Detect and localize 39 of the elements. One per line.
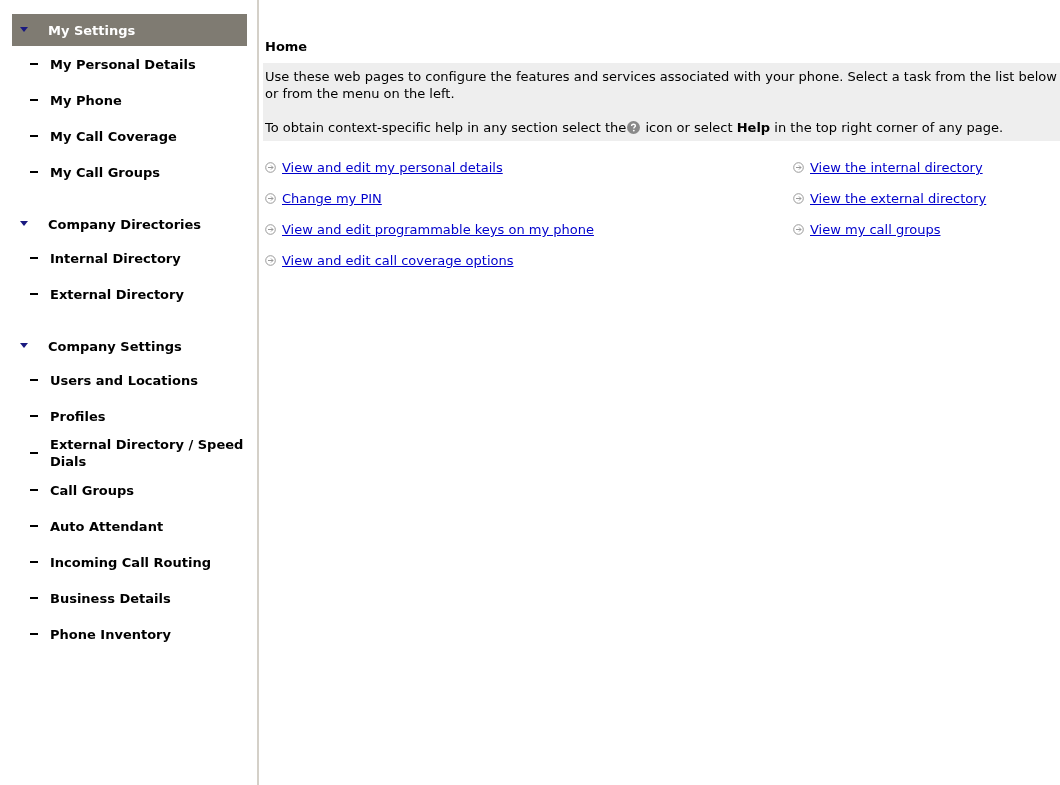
sidebar-item[interactable]: My Personal Details bbox=[12, 46, 247, 82]
sidebar-section-header[interactable]: My Settings bbox=[12, 14, 247, 46]
sidebar-item[interactable]: My Phone bbox=[12, 82, 247, 118]
task-link[interactable]: View the external directory bbox=[810, 190, 987, 207]
circle-arrow-icon bbox=[265, 255, 276, 266]
circle-arrow-icon bbox=[793, 162, 804, 173]
sidebar-item[interactable]: My Call Groups bbox=[12, 154, 247, 190]
task-link[interactable]: Change my PIN bbox=[282, 190, 382, 207]
sidebar-item[interactable]: Incoming Call Routing bbox=[12, 544, 247, 580]
sidebar-item[interactable]: Profiles bbox=[12, 398, 247, 434]
sidebar-section-header[interactable]: Company Settings bbox=[12, 330, 247, 362]
task-link[interactable]: View the internal directory bbox=[810, 159, 983, 176]
caret-down-icon bbox=[20, 221, 28, 227]
sidebar-item[interactable]: External Directory bbox=[12, 276, 247, 312]
task-link[interactable]: View my call groups bbox=[810, 221, 941, 238]
sidebar-section-header[interactable]: Company Directories bbox=[12, 208, 247, 240]
caret-down-icon bbox=[20, 343, 28, 349]
help-text: icon or select Help in the top right corner of any page. bbox=[644, 120, 1004, 135]
circle-arrow-icon bbox=[793, 224, 804, 235]
intro-text: Use these web pages to configure the features and services associated with your phone. Select a task from the list below or from the menu on the left. bbox=[265, 68, 1058, 102]
page-title: Home bbox=[264, 38, 309, 55]
task-link[interactable]: View and edit programmable keys on my phone bbox=[282, 221, 594, 238]
task-link[interactable]: View and edit call coverage options bbox=[282, 252, 514, 269]
sidebar-item[interactable]: Call Groups bbox=[12, 472, 247, 508]
help-text: To obtain context-specific help in any section select the bbox=[265, 120, 627, 135]
sidebar-item[interactable]: Auto Attendant bbox=[12, 508, 247, 544]
circle-arrow-icon bbox=[265, 162, 276, 173]
circle-arrow-icon bbox=[265, 224, 276, 235]
sidebar-item[interactable]: Business Details bbox=[12, 580, 247, 616]
task-link[interactable]: View and edit my personal details bbox=[282, 159, 503, 176]
sidebar-item[interactable]: External Directory / Speed Dials bbox=[12, 434, 247, 472]
caret-down-icon bbox=[20, 27, 28, 33]
help-icon bbox=[627, 121, 641, 134]
circle-arrow-icon bbox=[265, 193, 276, 204]
sidebar-item[interactable]: Users and Locations bbox=[12, 362, 247, 398]
sidebar-item[interactable]: My Call Coverage bbox=[12, 118, 247, 154]
sidebar-item[interactable]: Internal Directory bbox=[12, 240, 247, 276]
sidebar-item[interactable]: Phone Inventory bbox=[12, 616, 247, 652]
circle-arrow-icon bbox=[793, 193, 804, 204]
